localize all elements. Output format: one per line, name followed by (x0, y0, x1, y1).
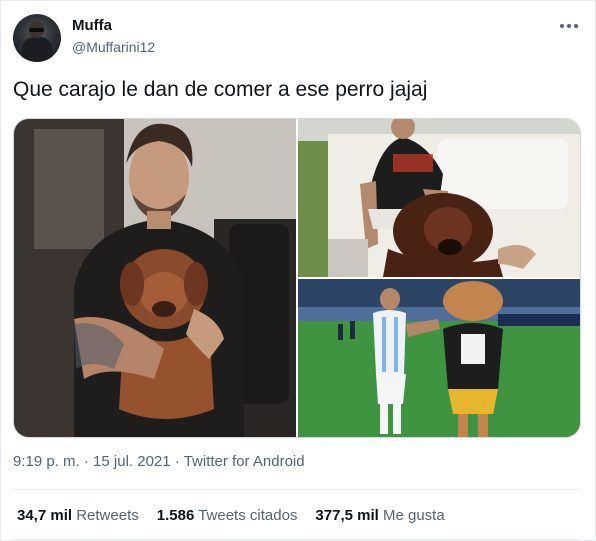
meta-separator: · (174, 453, 180, 470)
likes-label: Me gusta (382, 507, 445, 524)
likes-stat[interactable]: 377,5 mil Me gusta (315, 507, 444, 524)
author-display-name[interactable]: Muffa (72, 17, 112, 34)
tweet-source[interactable]: Twitter for Android (184, 453, 305, 470)
media-image-1[interactable] (14, 119, 296, 437)
tweet-text: Que carajo le dan de comer a ese perro j… (13, 78, 428, 101)
more-dot (567, 24, 571, 28)
likes-count: 377,5 mil (315, 507, 379, 524)
author-handle[interactable]: @Muffarini12 (72, 39, 155, 55)
quote-tweets-label: Tweets citados (198, 507, 298, 524)
tweet-card: Muffa @Muffarini12 Que carajo le dan de … (0, 0, 596, 541)
tweet-date[interactable]: 15 jul. 2021 (93, 453, 171, 470)
photo-man-with-puppy (14, 119, 296, 437)
media-image-3[interactable] (298, 279, 580, 437)
photo-man-with-dog (298, 119, 580, 277)
author-avatar[interactable] (13, 14, 61, 62)
quote-tweets-stat[interactable]: 1.586 Tweets citados (157, 507, 298, 524)
tweet-stats: 34,7 mil Retweets 1.586 Tweets citados 3… (17, 507, 445, 524)
avatar-figure-glasses (29, 28, 44, 32)
divider (13, 539, 579, 540)
quote-tweets-count: 1.586 (156, 507, 195, 524)
meta-separator: · (83, 453, 89, 470)
media-image-2[interactable] (298, 119, 580, 277)
media-grid (13, 118, 581, 438)
avatar-figure-body (22, 37, 52, 62)
more-dot (574, 24, 578, 28)
divider (13, 489, 579, 490)
photo-player-with-mascot (298, 279, 580, 437)
retweets-count: 34,7 mil (17, 507, 73, 524)
more-dot (560, 24, 564, 28)
retweets-stat[interactable]: 34,7 mil Retweets (17, 507, 139, 524)
tweet-meta: 9:19 p. m. · 15 jul. 2021 · Twitter for … (13, 453, 305, 470)
retweets-label: Retweets (76, 507, 139, 524)
more-icon[interactable] (560, 17, 578, 35)
tweet-time[interactable]: 9:19 p. m. (13, 453, 80, 470)
